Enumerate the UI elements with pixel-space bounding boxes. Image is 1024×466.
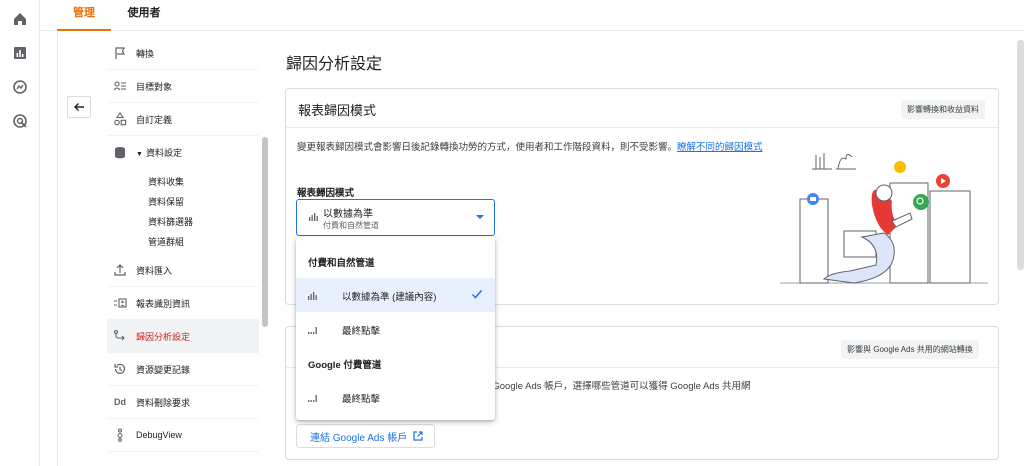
nav-item-conversions[interactable]: 轉換 xyxy=(107,37,259,70)
page-scrollbar[interactable] xyxy=(1017,40,1024,270)
nav-label: 轉換 xyxy=(136,48,155,59)
link-google-ads-button[interactable]: 連結 Google Ads 帳戶 xyxy=(296,424,435,448)
explore-icon[interactable] xyxy=(10,77,30,97)
nav-divider xyxy=(57,31,58,466)
top-tabs: 管理 使用者 xyxy=(40,0,1024,31)
left-rail xyxy=(0,0,40,466)
menu-group-paid-organic: 付費和自然管道 xyxy=(308,258,375,269)
back-button[interactable] xyxy=(67,96,91,118)
last-click-icon xyxy=(308,395,317,402)
last-click-icon xyxy=(308,327,317,334)
field-label: 報表歸因模式 xyxy=(297,188,355,199)
nav-label: ▼ 資料設定 xyxy=(136,148,182,158)
nav-label: 自訂定義 xyxy=(136,114,173,125)
option-label: 最終點擊 xyxy=(342,326,381,337)
nav-label: 報表識別資訊 xyxy=(136,298,191,309)
attribution-icon xyxy=(113,329,127,343)
card-title: 報表歸因模式 xyxy=(298,103,377,118)
nav-subitem-data-retention[interactable]: 資料保留 xyxy=(148,195,184,208)
menu-option-last-click[interactable]: 最終點擊 xyxy=(296,312,495,346)
attribution-model-menu: 付費和自然管道 以數據為準 (建議內容) 最終點擊 Google 付費管道 最終… xyxy=(296,237,495,420)
open-in-new-icon xyxy=(413,431,423,441)
nav-scrollbar[interactable] xyxy=(262,137,268,327)
data-driven-icon xyxy=(309,213,318,221)
dd-icon: Dd xyxy=(114,397,126,407)
attribution-model-select[interactable]: 以數據為準 付費和自然管道 xyxy=(296,199,495,236)
nav-item-attribution-settings[interactable]: 歸因分析設定 xyxy=(107,320,259,353)
menu-option-google-last-click[interactable]: 最終點擊 xyxy=(296,380,495,414)
dropdown-arrow-icon xyxy=(476,215,484,219)
nav-subitem-channel-groups[interactable]: 管道群組 xyxy=(148,235,184,248)
select-subtext: 付費和自然管道 xyxy=(323,221,379,230)
nav-item-custom-definitions[interactable]: 自訂定義 xyxy=(107,103,259,136)
nav-label: DebugView xyxy=(136,430,182,440)
option-label: 以數據為準 (建議內容) xyxy=(342,292,437,303)
nav-label: 資源變更記錄 xyxy=(136,364,191,375)
nav-subitem-data-collection[interactable]: 資料收集 xyxy=(148,175,184,188)
audience-icon xyxy=(113,79,127,93)
nav-item-reporting-identity[interactable]: 報表識別資訊 xyxy=(107,287,259,320)
page-title: 歸因分析設定 xyxy=(286,56,383,73)
arrow-left-icon xyxy=(74,103,84,111)
nav-item-data-settings[interactable]: ▼ 資料設定 xyxy=(107,136,259,169)
card-description: 變更報表歸因模式會影響日後記錄轉換功勞的方式，使用者和工作階段資料，則不受影響。… xyxy=(297,142,763,153)
identity-icon xyxy=(113,296,127,310)
nav-item-change-history[interactable]: 資源變更記錄 xyxy=(107,353,259,386)
history-icon xyxy=(113,362,127,376)
nav-label: 歸因分析設定 xyxy=(136,331,191,342)
nav-item-data-import[interactable]: 資料匯入 xyxy=(107,254,259,287)
shapes-icon xyxy=(113,112,127,126)
attribution-illustration xyxy=(780,153,988,284)
check-icon xyxy=(471,290,483,299)
nav-item-audiences[interactable]: 目標對象 xyxy=(107,70,259,103)
impact-chip: 影響轉換和收益資料 xyxy=(901,100,985,119)
reports-icon[interactable] xyxy=(10,43,30,63)
data-driven-icon xyxy=(308,292,317,300)
advertising-icon[interactable] xyxy=(10,111,30,131)
option-label: 最終點擊 xyxy=(342,394,381,405)
debug-icon xyxy=(113,428,127,442)
menu-option-data-driven[interactable]: 以數據為準 (建議內容) xyxy=(296,278,495,312)
google-ads-impact-chip: 影響與 Google Ads 共用的網站轉換 xyxy=(841,340,979,359)
tab-user[interactable]: 使用者 xyxy=(122,0,166,31)
google-ads-description: s Google Ads 帳戶，選擇哪些管道可以獲得 Google Ads 共用… xyxy=(485,381,751,392)
learn-more-link[interactable]: 瞭解不同的歸因模式 xyxy=(677,142,763,153)
nav-item-data-deletion[interactable]: Dd 資料刪除要求 xyxy=(107,386,259,419)
nav-subitem-data-filters[interactable]: 資料篩選器 xyxy=(148,215,193,228)
tab-admin[interactable]: 管理 xyxy=(57,0,111,31)
upload-icon xyxy=(113,263,127,277)
nav-label: 資料刪除要求 xyxy=(136,397,191,408)
menu-group-google-paid: Google 付費管道 xyxy=(308,360,382,371)
link-button-label: 連結 Google Ads 帳戶 xyxy=(310,432,408,444)
caret-down-icon: ▼ xyxy=(136,151,143,158)
nav-item-debugview[interactable]: DebugView xyxy=(107,419,259,452)
select-value: 以數據為準 xyxy=(323,209,373,220)
home-icon[interactable] xyxy=(10,9,30,29)
database-icon xyxy=(113,146,127,160)
nav-label: 資料匯入 xyxy=(136,265,173,276)
nav-label: 目標對象 xyxy=(136,81,173,92)
flag-icon xyxy=(113,46,127,60)
